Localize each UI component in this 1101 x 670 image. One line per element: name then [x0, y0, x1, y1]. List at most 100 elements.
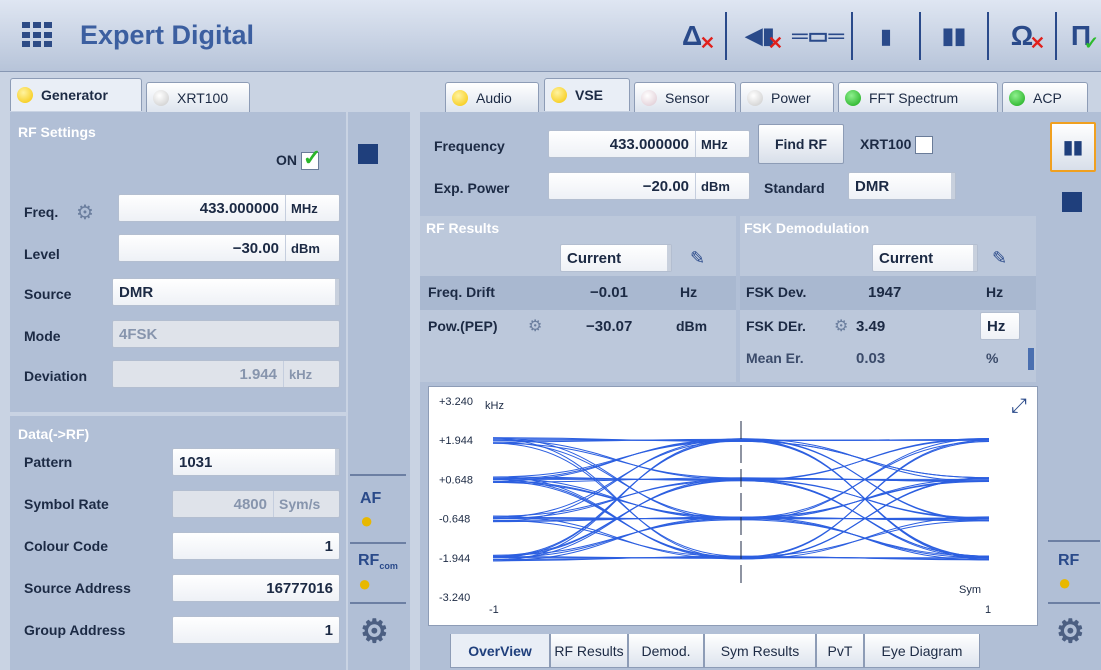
delta-icon[interactable]: Δ ✕ — [663, 10, 721, 62]
left-side-column: AF ● RFcom ● ⚙ — [348, 112, 410, 670]
symbol-rate-unit: Sym/s — [273, 491, 339, 517]
bottom-tab-demod[interactable]: Demod. — [628, 634, 704, 668]
rf-results-panel: RF Results Current ✎ Freq. Drift −0.01 H… — [420, 216, 736, 382]
unit-select[interactable]: Hz — [980, 312, 1020, 340]
edit-icon[interactable]: ✎ — [992, 248, 1007, 269]
status-dot-icon — [747, 89, 763, 106]
freq-value: 433.000000 — [199, 199, 279, 217]
fsk-mode-select[interactable]: Current — [872, 244, 978, 272]
tab-label: Generator — [41, 87, 108, 103]
toolbar-divider — [725, 12, 727, 60]
settings-gear-icon[interactable]: ⚙ — [1056, 612, 1085, 650]
gear-icon[interactable]: ⚙ — [528, 316, 542, 336]
rf-results-mode-select[interactable]: Current — [560, 244, 672, 272]
bottom-tab-eye-diagram[interactable]: Eye Diagram — [864, 634, 980, 668]
app-menu-icon[interactable] — [22, 22, 52, 48]
find-rf-button[interactable]: Find RF — [758, 124, 844, 164]
row-value: 3.49 — [856, 318, 886, 335]
y-tick-label: +1.944 — [439, 435, 473, 447]
source-field[interactable]: DMR — [112, 278, 340, 306]
app-title: Expert Digital — [80, 20, 255, 50]
pi-icon[interactable]: Π ✓ — [1061, 10, 1101, 62]
status-dot-icon — [17, 87, 33, 103]
table-row: Mean Er. 0.03 % — [740, 346, 1036, 380]
bottom-tab-rf-results[interactable]: RF Results — [550, 634, 628, 668]
row-unit: Hz — [680, 284, 698, 300]
pattern-field[interactable]: 1031 — [172, 448, 340, 476]
standard-label: Standard — [764, 180, 825, 196]
stop-icon[interactable] — [358, 144, 378, 164]
pattern-value: 1031 — [179, 453, 213, 471]
level-field[interactable]: −30.00 dBm — [118, 234, 340, 262]
y-tick-label: +3.240 — [439, 396, 473, 408]
colour-code-field[interactable]: 1 — [172, 532, 340, 560]
fsk-mode-value: Current — [879, 249, 934, 267]
rf-sub-label: com — [379, 561, 398, 572]
x-unit-label: Sym — [959, 584, 981, 596]
tab-label: XRT100 — [177, 89, 229, 106]
tab-sensor[interactable]: Sensor — [634, 82, 736, 112]
exp-power-field[interactable]: −20.00 dBm — [548, 172, 750, 200]
on-checkbox[interactable]: ✓ — [300, 145, 321, 171]
bottom-tab-sym-results[interactable]: Sym Results — [704, 634, 816, 668]
frequency-field[interactable]: 433.000000 MHz — [548, 130, 750, 158]
bottom-tab-overview[interactable]: OverView — [450, 634, 550, 668]
tab-acp[interactable]: ACP — [1002, 82, 1088, 112]
symbol-rate-field: 4800 Sym/s — [172, 490, 340, 518]
bottom-tab-pvt[interactable]: PvT — [816, 634, 864, 668]
row-label: FSK DEr. — [746, 318, 806, 334]
tab-audio[interactable]: Audio — [445, 82, 539, 112]
ohm-icon[interactable]: Ω ✕ — [993, 10, 1051, 62]
row-unit: Hz — [986, 284, 1004, 300]
source-label: Source — [24, 286, 72, 302]
tab-xrt100[interactable]: XRT100 — [146, 82, 250, 112]
columns-icon[interactable]: ▮▮ — [925, 10, 983, 62]
table-row: Pow.(PEP) ⚙ −30.07 dBm — [420, 310, 736, 344]
gear-icon[interactable]: ⚙ — [76, 200, 94, 225]
colour-code-label: Colour Code — [24, 538, 108, 554]
xrt100-toggle[interactable]: XRT100 — [860, 136, 934, 155]
y-unit-label: kHz — [485, 400, 504, 412]
edit-icon[interactable]: ✎ — [690, 248, 705, 269]
af-label: AF — [360, 490, 382, 507]
tab-vse[interactable]: VSE — [544, 78, 630, 111]
symbol-rate-label: Symbol Rate — [24, 496, 109, 512]
rf-connect-icon[interactable]: RF ● — [1058, 552, 1079, 596]
tab-generator[interactable]: Generator — [10, 78, 142, 111]
group-address-field[interactable]: 1 — [172, 616, 340, 644]
data-rf-panel: Data(->RF) Pattern 1031 Symbol Rate 4800… — [10, 416, 346, 670]
y-tick-label: -0.648 — [439, 514, 470, 526]
standard-field[interactable]: DMR — [848, 172, 956, 200]
xrt100-label: XRT100 — [860, 136, 912, 152]
rf-results-title: RF Results — [426, 220, 500, 236]
freq-field[interactable]: 433.000000 MHz — [118, 194, 340, 222]
source-address-field[interactable]: 16777016 — [172, 574, 340, 602]
rf-com-icon[interactable]: RFcom ● — [358, 552, 398, 597]
tab-fft-spectrum[interactable]: FFT Spectrum — [838, 82, 998, 112]
tab-label: Audio — [476, 89, 512, 106]
signal-icon[interactable]: ═▭═ — [789, 10, 847, 62]
mute-icon[interactable]: ◀▮ ✕ — [731, 10, 789, 62]
level-unit: dBm — [285, 235, 339, 261]
divider — [350, 474, 406, 476]
x-tick-label: 1 — [985, 604, 991, 616]
deviation-unit: kHz — [283, 361, 339, 387]
exp-power-value: −20.00 — [642, 177, 689, 195]
tab-power[interactable]: Power — [740, 82, 834, 112]
pause-button[interactable]: ▮▮ — [1050, 122, 1096, 172]
mode-label: Mode — [24, 328, 61, 344]
expand-icon[interactable]: ⤢ — [1011, 395, 1027, 418]
stop-icon[interactable] — [1062, 192, 1082, 212]
rf-on-toggle[interactable]: ON ✓ — [276, 145, 321, 171]
group-address-label: Group Address — [24, 622, 126, 638]
y-tick-label: +0.648 — [439, 474, 473, 486]
frequency-label: Frequency — [434, 138, 505, 154]
tab-label: Power — [771, 89, 811, 106]
af-connect-icon[interactable]: AF ● — [360, 490, 381, 534]
gear-icon[interactable]: ⚙ — [834, 316, 848, 336]
clipboard-icon[interactable]: ▮ — [857, 10, 915, 62]
exp-power-label: Exp. Power — [434, 180, 510, 196]
settings-gear-icon[interactable]: ⚙ — [360, 612, 389, 650]
scrollbar-thumb[interactable] — [1028, 348, 1034, 370]
xrt100-checkbox[interactable] — [915, 136, 934, 155]
